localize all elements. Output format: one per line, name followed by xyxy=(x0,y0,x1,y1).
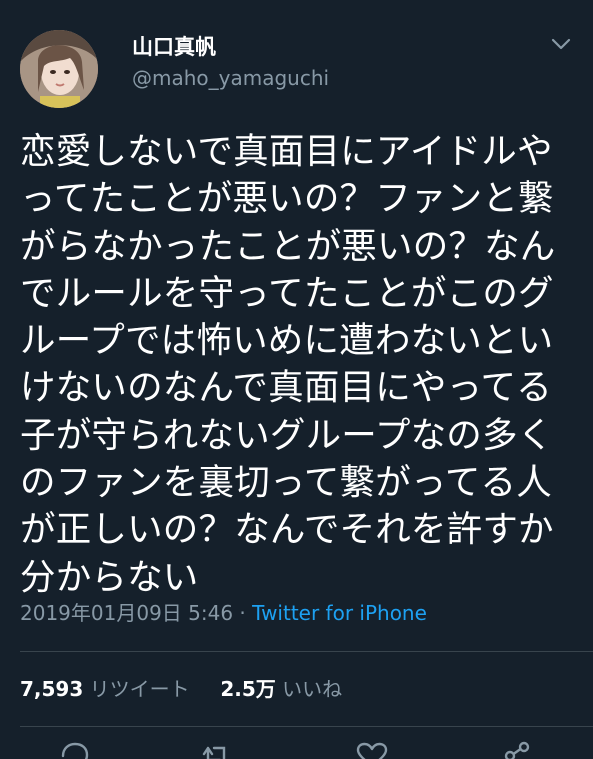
retweet-label[interactable]: リツイート xyxy=(90,677,190,701)
source-link[interactable]: Twitter for iPhone xyxy=(252,601,427,625)
like-label[interactable]: いいね xyxy=(282,677,342,701)
chevron-down-icon[interactable] xyxy=(549,36,573,52)
user-handle[interactable]: @maho_yamaguchi xyxy=(132,64,329,92)
share-icon[interactable] xyxy=(498,740,538,759)
avatar[interactable] xyxy=(20,30,98,108)
timestamp[interactable]: 2019年01月09日 5:46 xyxy=(20,601,233,625)
action-bar xyxy=(0,740,593,759)
divider xyxy=(20,726,593,727)
tweet-text: 恋愛しないで真面目にアイドルやってたことが悪いの？ファンと繋がらなかったことが悪… xyxy=(20,131,556,598)
tweet-header: 山口真帆 @maho_yamaguchi xyxy=(20,30,573,108)
heart-icon[interactable] xyxy=(352,740,392,759)
reply-icon[interactable] xyxy=(55,740,95,759)
like-count[interactable]: 2.5万 xyxy=(220,677,275,701)
retweet-count[interactable]: 7,593 xyxy=(20,677,83,701)
meta-separator: · xyxy=(233,601,253,625)
display-name[interactable]: 山口真帆 xyxy=(132,34,329,60)
tweet-stats: 7,593 リツイート 2.5万 いいね xyxy=(20,674,342,704)
user-info: 山口真帆 @maho_yamaguchi xyxy=(132,34,329,92)
tweet-meta: 2019年01月09日 5:46 · Twitter for iPhone xyxy=(20,598,427,628)
divider xyxy=(20,651,593,652)
retweet-icon[interactable] xyxy=(196,740,236,759)
avatar-photo-icon xyxy=(20,30,98,108)
